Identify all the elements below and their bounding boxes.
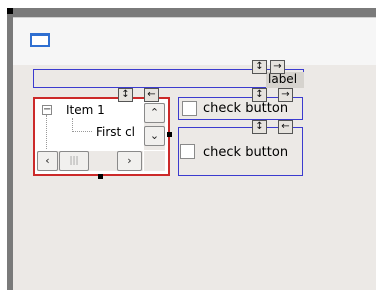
tree-item-1[interactable]: Item 1	[66, 103, 105, 117]
vertical-expand-icon[interactable]: ↕	[252, 88, 267, 102]
collapse-icon[interactable]: −	[42, 105, 52, 115]
checkbox-1[interactable]	[182, 101, 197, 116]
check-button-2-label: check button	[203, 145, 289, 160]
vertical-expand-icon[interactable]: ↕	[252, 120, 267, 134]
label-widget: label	[266, 72, 304, 88]
scroll-right-button[interactable]: ›	[117, 151, 142, 171]
horizontal-shrink-icon[interactable]: ←	[144, 88, 159, 102]
scroll-down-button[interactable]: ⌄	[144, 126, 165, 146]
window-icon	[30, 33, 50, 47]
vertical-expand-icon[interactable]: ↕	[118, 88, 133, 102]
check-button-1-label: check button	[203, 101, 289, 116]
vertical-expand-icon[interactable]: ↕	[252, 60, 267, 74]
horizontal-expand-icon[interactable]: →	[278, 88, 293, 102]
resize-handle-bottom[interactable]	[98, 174, 103, 179]
resize-handle-right[interactable]	[167, 132, 172, 137]
tree-guide-line	[72, 131, 92, 132]
scroll-up-button[interactable]: ⌃	[144, 103, 165, 123]
title-bar	[13, 17, 376, 65]
tree-guide-line	[72, 118, 73, 132]
scroll-corner	[144, 151, 165, 171]
scroll-left-button[interactable]: ‹	[37, 151, 58, 171]
scroll-thumb[interactable]: |||	[59, 151, 89, 171]
checkbox-2[interactable]	[180, 144, 195, 159]
tree-item-first-child[interactable]: First cl	[96, 125, 135, 139]
horizontal-expand-icon[interactable]: →	[270, 60, 285, 74]
tree-guide-line	[46, 115, 47, 149]
horizontal-shrink-icon[interactable]: ←	[278, 120, 293, 134]
window-corner-mark	[7, 8, 13, 14]
